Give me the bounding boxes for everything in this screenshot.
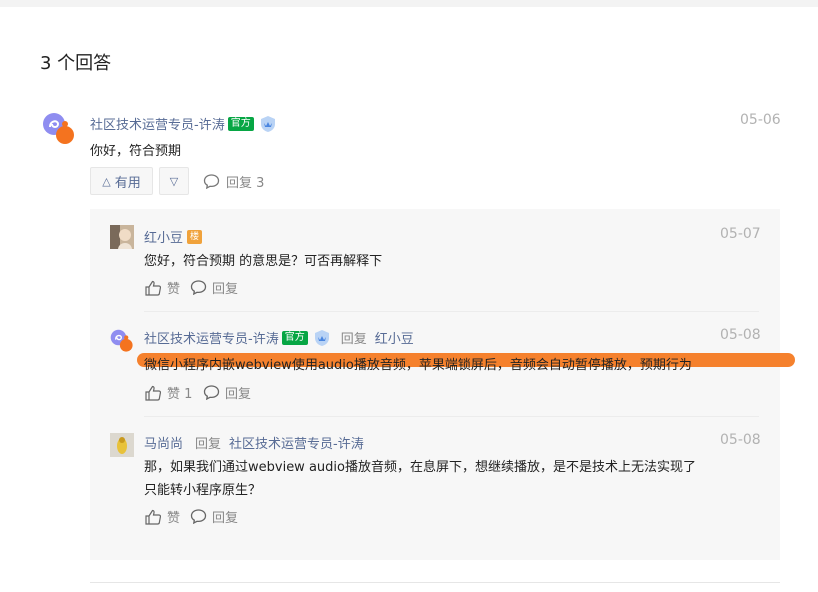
reply1-reply-button[interactable]: 回复 — [190, 278, 238, 297]
user-avatar-mashangshang[interactable] — [110, 433, 134, 457]
top-bar — [0, 0, 818, 7]
like-count-label: 赞 1 — [167, 387, 193, 402]
useful-label: 有用 — [114, 175, 141, 191]
reply3-date: 05-08 — [720, 432, 761, 448]
reply3-author-name[interactable]: 马尚尚 — [144, 433, 183, 452]
reply-label: 回复 — [225, 387, 252, 402]
user-photo-avatar — [110, 433, 134, 457]
not-useful-button[interactable]: ▽ — [159, 167, 189, 195]
triangle-down-icon: ▽ — [169, 174, 179, 188]
reply1-author-row: 红小豆 楼 — [144, 227, 203, 246]
reply1-content: 您好，符合预期 的意思是？可否再解释下 — [144, 254, 383, 269]
reply3-reply-button[interactable]: 回复 — [190, 507, 238, 526]
reply2-date: 05-08 — [720, 327, 761, 343]
comment-bubble-icon — [190, 509, 207, 524]
official-badge: 官方 — [281, 330, 308, 345]
like-label: 赞 — [167, 511, 181, 526]
official-avatar[interactable] — [42, 112, 76, 146]
answer-author-name[interactable]: 社区技术运营专员-许涛 — [90, 114, 225, 133]
reply1-date: 05-07 — [720, 226, 761, 242]
reply-word: 回复 — [340, 332, 367, 347]
answer-date: 05-06 — [740, 112, 781, 128]
reply3-like-button[interactable]: 赞 — [145, 507, 180, 526]
official-badge: 官方 — [227, 116, 254, 131]
reply2-author-row: 社区技术运营专员-许涛 官方 回复 红小豆 — [144, 328, 414, 347]
reply3-content-line2: 只能转小程序原生？ — [144, 483, 262, 498]
miniprogram-logo-icon — [43, 113, 74, 144]
reply3-target-name[interactable]: 社区技术运营专员-许涛 — [229, 433, 364, 452]
reply-divider — [144, 311, 759, 312]
triangle-up-icon: △ — [102, 174, 111, 188]
answer-content: 你好，符合预期 — [90, 144, 182, 159]
user-photo-avatar — [110, 225, 134, 249]
answer-bottom-divider — [90, 582, 780, 583]
reply2-like-button[interactable]: 赞 1 — [145, 383, 192, 402]
reply1-like-button[interactable]: 赞 — [145, 278, 180, 297]
reply-label: 回复 — [212, 511, 239, 526]
reply2-content: 微信小程序内嵌webview使用audio播放音频，苹果端锁屏后，音频会自动暂停… — [144, 358, 692, 373]
thumbs-up-icon — [145, 509, 162, 525]
reply1-author-name[interactable]: 红小豆 — [144, 227, 183, 246]
like-label: 赞 — [167, 282, 181, 297]
verified-shield-icon — [260, 115, 275, 132]
answer-author-row: 社区技术运营专员-许涛 官方 — [90, 114, 277, 133]
thumbs-up-icon — [145, 280, 162, 296]
useful-button[interactable]: △ 有用 — [90, 167, 153, 195]
answer-count-heading: 3 个回答 — [40, 53, 112, 74]
reply2-author-name[interactable]: 社区技术运营专员-许涛 — [144, 328, 279, 347]
comment-bubble-icon — [203, 174, 220, 189]
reply2-target-name[interactable]: 红小豆 — [375, 328, 414, 347]
official-avatar-small[interactable] — [110, 329, 134, 353]
reply-label: 回复 — [212, 282, 239, 297]
comment-bubble-icon — [203, 385, 220, 400]
reply-toggle-button[interactable]: 回复 3 — [203, 172, 264, 191]
reply-count-label: 回复 3 — [226, 176, 265, 191]
reply-divider — [144, 416, 759, 417]
reply2-reply-button[interactable]: 回复 — [203, 383, 251, 402]
reply3-content-line1: 那，如果我们通过webview audio播放音频，在息屏下，想继续播放，是不是… — [144, 460, 696, 475]
verified-shield-icon — [314, 329, 329, 346]
miniprogram-logo-icon — [110, 329, 133, 352]
thumbs-up-icon — [145, 385, 162, 401]
reply-word: 回复 — [195, 437, 222, 452]
comment-bubble-icon — [190, 280, 207, 295]
reply3-author-row: 马尚尚 回复 社区技术运营专员-许涛 — [144, 433, 364, 452]
floor-owner-badge: 楼 — [187, 229, 203, 244]
user-avatar-hongxiaodou[interactable] — [110, 225, 134, 249]
